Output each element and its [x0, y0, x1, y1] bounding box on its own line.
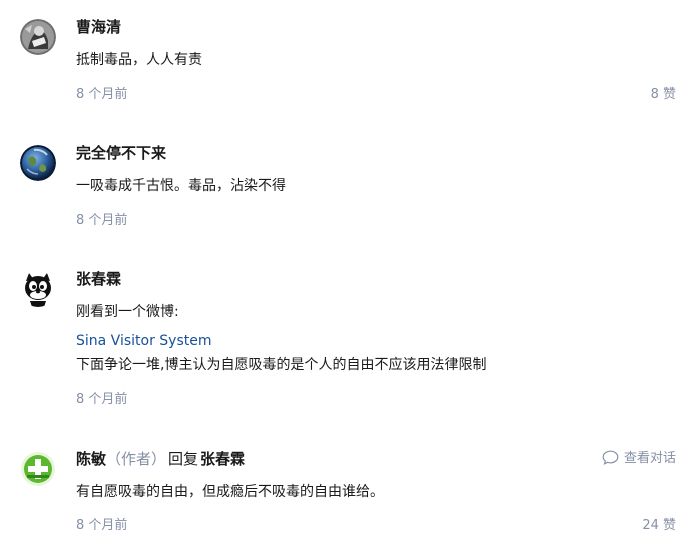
bw-photo-avatar-icon [20, 19, 56, 55]
author-name[interactable]: 完全停不下来 [76, 144, 166, 162]
reply-label: 回复 [168, 450, 199, 468]
comment-time: 8 个月前 [76, 213, 128, 228]
author-line: 完全停不下来 [76, 142, 166, 164]
comment-time: 8 个月前 [76, 392, 128, 407]
like-button[interactable]: 8 赞 [651, 86, 676, 104]
author-role-badge: （作者） [106, 450, 167, 468]
author-line: 张春霖 [76, 268, 121, 290]
comment-content: 一吸毒成千古恨。毒品，沾染不得 [76, 178, 286, 194]
avatar[interactable] [20, 271, 56, 307]
comment-time: 8 个月前 [76, 87, 128, 102]
comment-content: 刚看到一个微博: [76, 304, 179, 320]
avatar[interactable] [20, 19, 56, 55]
author-line: 曹海清 [76, 16, 121, 38]
author-name[interactable]: 曹海清 [76, 18, 121, 36]
comment-content: 下面争论一堆,博主认为自愿吸毒的是个人的自由不应该用法律限制 [76, 357, 487, 373]
avatar[interactable] [20, 145, 56, 181]
chat-bubble-icon [602, 450, 619, 465]
view-conversation-button[interactable]: 查看对话 [602, 450, 676, 468]
cartoon-cat-avatar-icon [20, 271, 56, 307]
author-name[interactable]: 陈敏 [76, 450, 106, 468]
comment-content: 有自愿吸毒的自由，但成瘾后不吸毒的自由谁给。 [76, 484, 384, 500]
reply-target-name[interactable]: 张春霖 [200, 450, 245, 468]
author-line: 陈敏（作者） 回复 张春霖 [76, 448, 245, 470]
like-button[interactable]: 24 赞 [642, 517, 676, 535]
author-name[interactable]: 张春霖 [76, 270, 121, 288]
comment-time: 8 个月前 [76, 518, 128, 533]
green-plus-avatar-icon [20, 451, 56, 487]
weibo-link[interactable]: Sina Visitor System [76, 331, 212, 351]
earth-avatar-icon [20, 145, 56, 181]
comment-content: 抵制毒品，人人有责 [76, 52, 202, 68]
avatar[interactable] [20, 451, 56, 487]
view-conversation-label: 查看对话 [623, 451, 676, 466]
